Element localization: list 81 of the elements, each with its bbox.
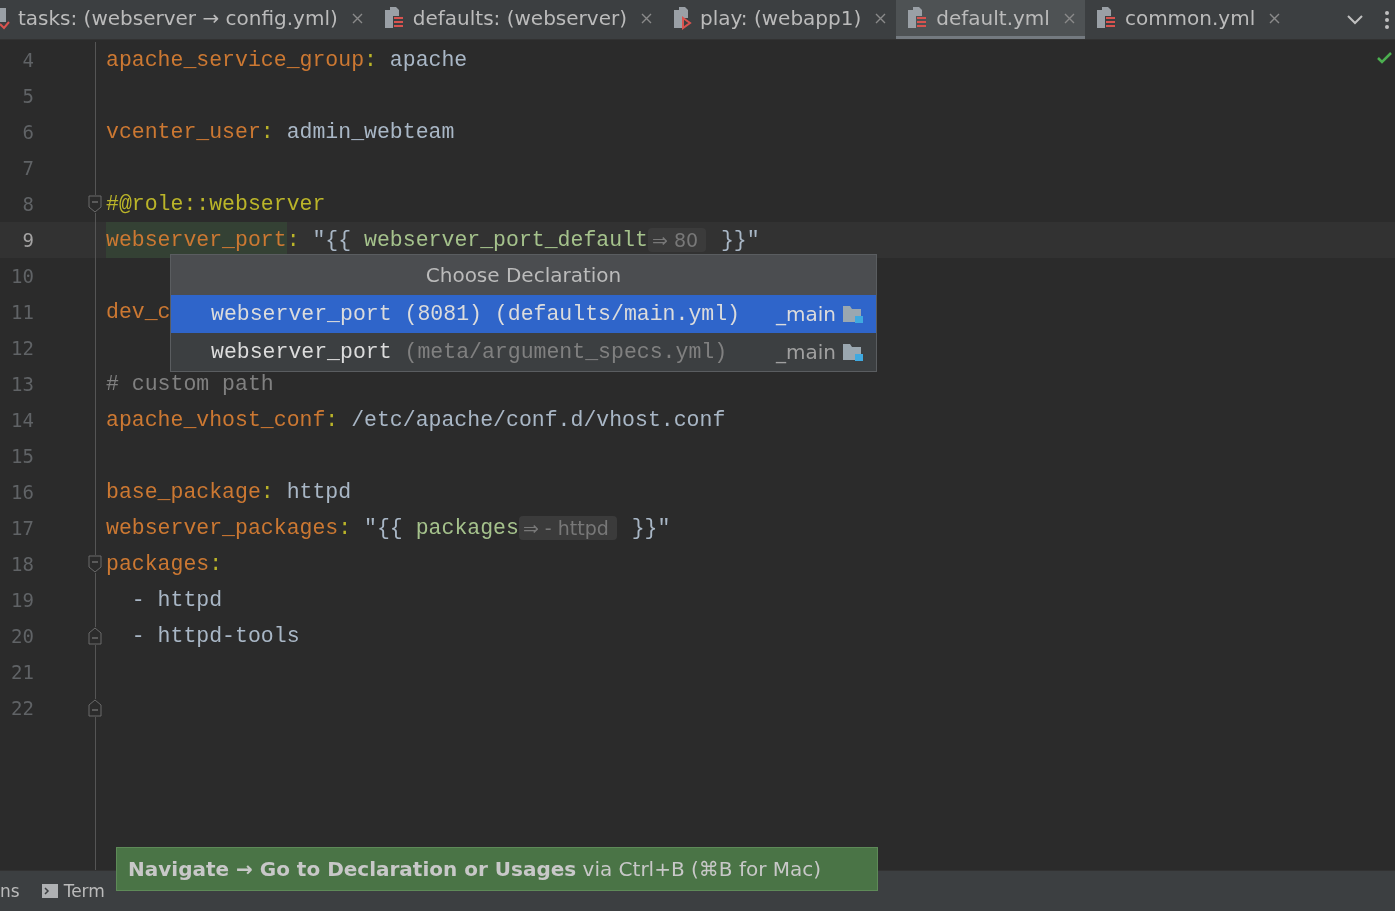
yaml-key: apache_vhost_conf	[106, 408, 326, 432]
fold-icon[interactable]	[88, 555, 102, 573]
line-number: 15	[10, 445, 34, 467]
editor-tab[interactable]: default.yml	[896, 0, 1085, 39]
tool-window-tab[interactable]: Term	[63, 881, 105, 901]
string-text: "{{	[312, 228, 353, 252]
string-text: }}"	[630, 516, 671, 540]
line-number: 17	[10, 517, 34, 539]
line-number: 19	[10, 589, 34, 611]
yaml-key: packages	[106, 552, 210, 576]
file-icon	[671, 6, 692, 30]
line-number: 22	[10, 697, 34, 719]
line-number: 8	[21, 193, 34, 215]
check-icon	[1377, 52, 1393, 64]
yaml-value: - httpd-tools	[130, 624, 300, 648]
more-icon[interactable]	[1385, 10, 1389, 29]
yaml-key: base_package	[106, 480, 261, 504]
annotation-comment: #@role::webserver	[106, 192, 326, 216]
editor-tab[interactable]: tasks: (webserver → config.yml)	[0, 0, 373, 39]
yaml-value: apache	[389, 48, 468, 72]
colon: :	[325, 408, 340, 432]
variable-name: webserver_port_default	[364, 228, 648, 252]
yaml-value: /etc/apache/conf.d/vhost.conf	[351, 408, 726, 432]
yaml-key: webserver_port	[106, 222, 287, 258]
string-text: }}"	[719, 228, 760, 252]
variable-name: packages	[415, 516, 519, 540]
line-number: 5	[21, 85, 34, 107]
fold-icon[interactable]	[88, 195, 102, 213]
line-number: 16	[10, 481, 34, 503]
line-number: 13	[10, 373, 34, 395]
file-icon	[382, 6, 405, 30]
file-icon	[1094, 6, 1117, 30]
string-text: "{{	[364, 516, 404, 540]
close-icon[interactable]	[640, 12, 652, 24]
folder-icon	[842, 304, 864, 324]
yaml-key: apache_service_group	[106, 48, 365, 72]
file-icon	[906, 6, 929, 30]
line-number: 20	[10, 625, 34, 647]
line-number: 6	[21, 121, 34, 143]
line-number: 10	[10, 265, 34, 287]
close-icon[interactable]	[875, 12, 887, 24]
inlay-hint: ⇒ 80	[647, 228, 707, 252]
colon: :	[286, 228, 301, 252]
line-number: 21	[10, 661, 34, 683]
yaml-key: dev_c	[106, 300, 171, 324]
file-icon	[0, 6, 10, 30]
close-icon[interactable]	[1269, 12, 1281, 24]
yaml-value: admin_webteam	[286, 120, 455, 144]
editor-tab[interactable]: defaults: (webserver)	[372, 0, 662, 39]
line-number: 18	[10, 553, 34, 575]
inlay-hint: ⇒ - httpd	[518, 516, 617, 540]
editor-tab[interactable]: play: (webapp1)	[661, 0, 897, 39]
tip-text: Navigate → Go to Declaration or Usages via Ctrl+B (⌘B for Mac)	[128, 857, 822, 881]
declaration-item[interactable]: webserver_port (meta/argument_specs.yml) _main	[171, 333, 876, 371]
colon: :	[260, 480, 275, 504]
line-number: 14	[10, 409, 34, 431]
fold-icon[interactable]	[88, 627, 102, 645]
yaml-value: httpd	[286, 480, 352, 504]
chevron-down-icon[interactable]	[1347, 14, 1363, 25]
line-number: 4	[21, 49, 34, 71]
fold-icon[interactable]	[88, 699, 102, 717]
terminal-icon[interactable]	[41, 884, 58, 898]
line-number: 11	[10, 301, 34, 323]
line-number: 7	[21, 157, 34, 179]
colon: :	[338, 516, 353, 540]
colon: :	[209, 552, 223, 576]
declaration-item[interactable]: webserver_port (8081) (defaults/main.yml) _main	[171, 295, 876, 333]
line-number: 12	[10, 337, 34, 359]
colon: :	[260, 120, 275, 144]
code-comment: # custom path	[106, 372, 274, 396]
tool-window-tab[interactable]: ns	[0, 881, 20, 901]
close-icon[interactable]	[1063, 12, 1075, 24]
popup-title: Choose Declaration	[171, 255, 876, 295]
folder-icon	[842, 342, 864, 362]
yaml-key: vcenter_user	[106, 120, 261, 144]
editor-tab[interactable]: common.yml	[1084, 0, 1291, 39]
yaml-key: webserver_packages	[106, 516, 339, 540]
line-number: 9	[21, 229, 34, 251]
colon: :	[364, 48, 378, 72]
yaml-value: - httpd	[130, 588, 223, 612]
close-icon[interactable]	[351, 12, 363, 24]
